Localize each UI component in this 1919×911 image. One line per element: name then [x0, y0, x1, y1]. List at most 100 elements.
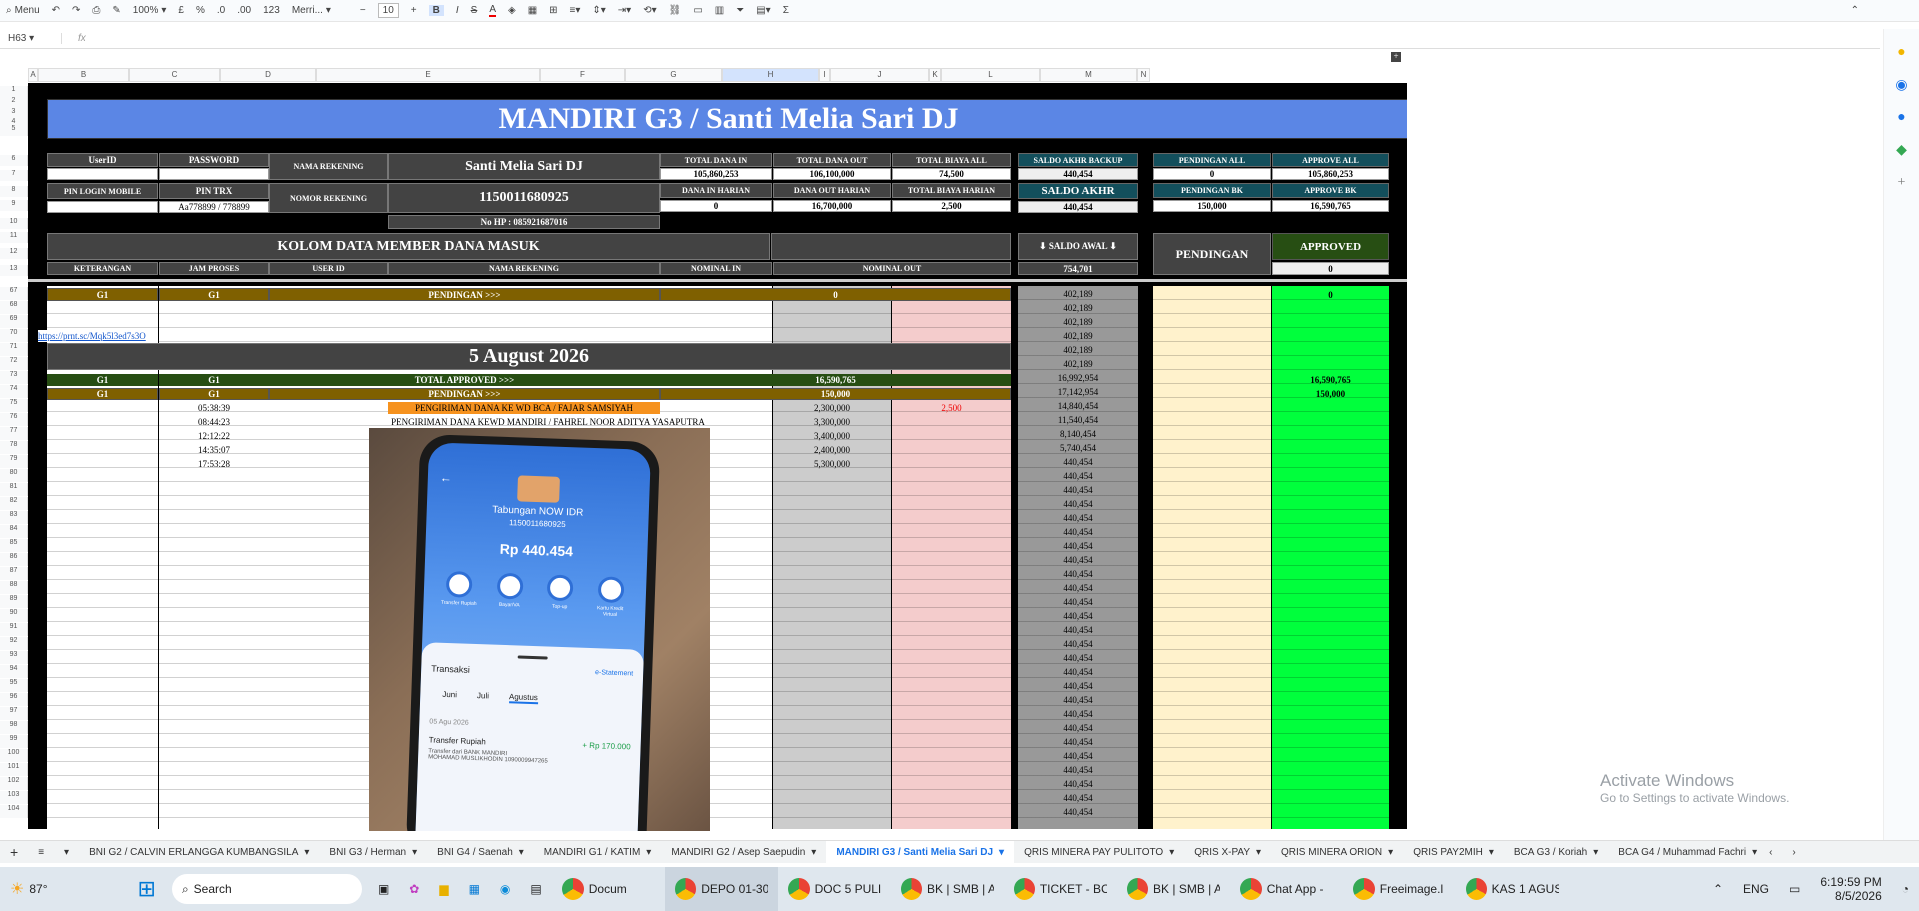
- row-header[interactable]: 79: [0, 455, 28, 468]
- rotate-icon[interactable]: ⟲▾: [643, 5, 656, 16]
- password-value[interactable]: [159, 168, 269, 180]
- copilot-icon[interactable]: ✿: [399, 867, 429, 911]
- chart-icon[interactable]: ▥: [715, 5, 724, 16]
- row-header[interactable]: 68: [0, 301, 28, 314]
- increase-decimal-button[interactable]: .00: [237, 5, 251, 16]
- row-header[interactable]: 99: [0, 735, 28, 748]
- row-header[interactable]: 69: [0, 315, 28, 328]
- strikethrough-button[interactable]: S: [471, 5, 478, 16]
- sheet-tab[interactable]: BCA G4 / Muhammad Fachri ▾: [1608, 841, 1759, 864]
- merge-icon[interactable]: ⊞: [549, 5, 557, 16]
- row-header[interactable]: 74: [0, 385, 28, 398]
- row-header[interactable]: 101: [0, 763, 28, 776]
- row-header[interactable]: 86: [0, 553, 28, 566]
- row-header[interactable]: 97: [0, 707, 28, 720]
- row-header[interactable]: 6: [0, 155, 28, 166]
- column-header-C[interactable]: C: [129, 68, 220, 82]
- taskbar-app[interactable]: DEPO 01-30: [664, 867, 778, 911]
- taskbar-app[interactable]: DOC 5 PULI: [778, 867, 891, 911]
- weather-widget[interactable]: ☀ 87°: [0, 867, 58, 911]
- paint-format-icon[interactable]: ✎: [112, 5, 120, 16]
- column-header-H[interactable]: H: [722, 68, 819, 82]
- collapse-icon[interactable]: ⌃: [1851, 5, 1859, 16]
- clock[interactable]: 6:19:59 PM 8/5/2026: [1810, 867, 1891, 911]
- print-icon[interactable]: ⎙: [92, 5, 100, 16]
- sheet-tab[interactable]: QRIS X-PAY ▾: [1184, 841, 1271, 864]
- sheet-tab[interactable]: MANDIRI G1 / KATIM ▾: [534, 841, 662, 864]
- link-icon[interactable]: ⛓: [669, 5, 682, 16]
- row-header[interactable]: 90: [0, 609, 28, 622]
- store-icon[interactable]: ▦: [459, 867, 490, 911]
- tray-chevron-icon[interactable]: ⌃: [1703, 867, 1733, 911]
- align-icon[interactable]: ≡▾: [570, 5, 581, 16]
- notifications-icon[interactable]: ◔: [1892, 867, 1919, 911]
- sheet-tab[interactable]: MANDIRI G2 / Asep Saepudin ▾: [661, 841, 826, 864]
- tab-scroll-right-icon[interactable]: ›: [1782, 841, 1805, 864]
- sheet-tab[interactable]: QRIS MINERA PAY PULITOTO ▾: [1014, 841, 1184, 864]
- row-header[interactable]: 71: [0, 343, 28, 356]
- format-button[interactable]: 123: [263, 5, 280, 16]
- comment-icon[interactable]: ▭: [693, 5, 702, 16]
- spreadsheet-grid[interactable]: MANDIRI G3 / Santi Melia Sari DJ UserID …: [28, 83, 1407, 829]
- row-header[interactable]: 103: [0, 791, 28, 804]
- contacts-icon[interactable]: ●: [1884, 110, 1919, 126]
- row-header[interactable]: 88: [0, 581, 28, 594]
- row-header[interactable]: 2: [0, 97, 28, 108]
- filter-icon[interactable]: ⏷: [736, 5, 744, 16]
- pin-login-value[interactable]: [47, 201, 158, 213]
- tab-scroll-left-icon[interactable]: ‹: [1759, 841, 1782, 864]
- sheet-tab[interactable]: QRIS PAY2MIH ▾: [1403, 841, 1504, 864]
- calculator-icon[interactable]: ▤: [520, 867, 551, 911]
- zoom-select[interactable]: 100% ▾: [133, 5, 167, 16]
- column-header-A[interactable]: A: [28, 68, 38, 82]
- column-header-L[interactable]: L: [941, 68, 1040, 82]
- wrap-icon[interactable]: ⇥▾: [618, 5, 631, 16]
- row-header[interactable]: 92: [0, 637, 28, 650]
- row-header[interactable]: 70: [0, 329, 28, 342]
- row-header[interactable]: 89: [0, 595, 28, 608]
- row-header[interactable]: 11: [0, 232, 28, 243]
- sheet-tab[interactable]: QRIS MINERA ORION ▾: [1271, 841, 1403, 864]
- percent-button[interactable]: %: [196, 5, 205, 16]
- taskbar-app[interactable]: BK | SMB | A: [891, 867, 1004, 911]
- pasted-photo[interactable]: ← Tabungan NOW IDR 1150011680925 Rp 440.…: [369, 428, 710, 831]
- taskbar-app[interactable]: Chat App -: [1230, 867, 1343, 911]
- column-header-E[interactable]: E: [316, 68, 540, 82]
- row-header[interactable]: 7: [0, 170, 28, 181]
- row-header[interactable]: 10: [0, 218, 28, 229]
- row-header[interactable]: 12: [0, 248, 28, 259]
- row-header[interactable]: 84: [0, 525, 28, 538]
- name-box[interactable]: H63 ▾: [0, 33, 62, 44]
- font-size-input[interactable]: 10: [377, 3, 399, 18]
- column-header-G[interactable]: G: [625, 68, 722, 82]
- taskbar-app[interactable]: Freeimage.l: [1343, 867, 1456, 911]
- column-header-B[interactable]: B: [38, 68, 129, 82]
- decrease-decimal-button[interactable]: .0: [217, 5, 225, 16]
- screenshot-link[interactable]: https://prnt.sc/Mqk5l3ed7s3O: [38, 330, 158, 342]
- sheet-scroll-menu-icon[interactable]: ▾: [54, 841, 79, 864]
- fill-color-icon[interactable]: ◈: [508, 5, 516, 16]
- edge-icon[interactable]: ◉: [490, 867, 520, 911]
- add-addon-icon[interactable]: +: [1884, 175, 1919, 191]
- taskbar-app[interactable]: BK | SMB | A: [1117, 867, 1230, 911]
- add-sheet-icon[interactable]: +: [0, 841, 28, 864]
- row-header[interactable]: 83: [0, 511, 28, 524]
- row-header[interactable]: 81: [0, 483, 28, 496]
- tasks-icon[interactable]: ◉: [1884, 77, 1919, 94]
- row-header[interactable]: 1: [0, 86, 28, 97]
- language-indicator[interactable]: ENG: [1733, 867, 1779, 911]
- userid-value[interactable]: [47, 168, 158, 180]
- column-header-K[interactable]: K: [929, 68, 941, 82]
- text-color-button[interactable]: A: [489, 4, 496, 17]
- row-header[interactable]: 73: [0, 371, 28, 384]
- menu-button[interactable]: ⌕ Menu: [6, 5, 40, 16]
- row-header[interactable]: 67: [0, 287, 28, 300]
- row-header[interactable]: 9: [0, 200, 28, 211]
- bold-button[interactable]: B: [428, 5, 444, 16]
- view-icon[interactable]: ▤▾: [756, 5, 770, 16]
- taskbar-app[interactable]: KAS 1 AGUS: [1456, 867, 1569, 911]
- row-header[interactable]: 78: [0, 441, 28, 454]
- add-sheet-corner-icon[interactable]: +: [1391, 52, 1401, 62]
- functions-button[interactable]: Σ: [783, 5, 789, 16]
- row-header[interactable]: 8: [0, 186, 28, 197]
